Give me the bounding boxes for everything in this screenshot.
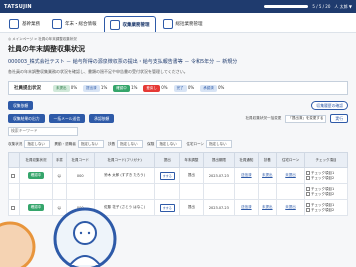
status-item: 承認済 0% bbox=[200, 84, 224, 92]
breadcrumb[interactable]: ◎ メインページ > 社員の年末調整収集状況 bbox=[8, 37, 348, 42]
user-menu[interactable]: 人 太郎 ▼ bbox=[334, 4, 352, 10]
filter-dependent: 扶養 指定しない bbox=[108, 140, 144, 148]
submit-button[interactable]: すする bbox=[159, 171, 175, 180]
export-button[interactable]: 収集結果の出力 bbox=[8, 114, 45, 123]
user-icon: ☺ bbox=[57, 205, 62, 210]
employee-table: 社員収集状況 手書 社員コード 社員コード(フリガナ) 提出 年末調整 提出期限… bbox=[8, 152, 348, 216]
search-input[interactable]: 検索キーワード bbox=[8, 127, 78, 136]
submit-button[interactable]: すする bbox=[159, 203, 175, 212]
bulk-status-label: 社員収集状況一括変更 bbox=[245, 116, 282, 120]
filter-transfer: 異動・退職者 指定しない bbox=[54, 140, 104, 148]
row-checkbox[interactable] bbox=[11, 205, 16, 210]
bulk-status-select[interactable]: 「提出済」を変更する bbox=[285, 114, 327, 123]
table-row[interactable]: チェック項目1 チェック項目2 bbox=[8, 183, 348, 200]
folder-icon bbox=[109, 19, 120, 30]
main-tabs: 基幹業務 年末・総合情報 収集業務管理 総括業務管理 bbox=[0, 13, 356, 33]
tab-summary[interactable]: 総括業務管理 bbox=[158, 16, 208, 32]
page-description: 各社員の年末調整収集業務の状況を確認し、書類の過不足や申告書の受付状況を管理して… bbox=[8, 69, 188, 74]
bulk-mail-button[interactable]: 一括メール送信 bbox=[48, 114, 86, 123]
collect-button[interactable]: 収集依頼 bbox=[8, 101, 34, 110]
status-summary: 社員提出状況 未提出 0% 提出済 1% 確認中 1% 差戻し 0% 完了 0%… bbox=[8, 81, 348, 95]
status-item: 確認中 1% bbox=[113, 84, 137, 92]
status-badge: 確認中 bbox=[27, 204, 45, 211]
status-item: 提出済 1% bbox=[83, 84, 107, 92]
status-item: 完了 0% bbox=[173, 84, 194, 92]
history-button[interactable]: 収集履歴の確認 bbox=[311, 101, 348, 110]
table-row[interactable]: 確認中 ☺ 000 佐藤 花子 (さとう はなこ) すする 提出 2023.07… bbox=[8, 199, 348, 216]
tab-yearend[interactable]: 年末・総合情報 bbox=[47, 16, 102, 32]
top-bar: TATSUJIN 5 / 5 / 20 人 太郎 ▼ bbox=[0, 0, 356, 13]
filter-status: 収集状況 指定しない bbox=[8, 140, 51, 148]
status-item: 未提出 0% bbox=[53, 84, 77, 92]
chart-icon bbox=[162, 19, 173, 29]
main-content: ◎ メインページ > 社員の年末調整収集状況 社員の年末調整収集状況 00000… bbox=[0, 33, 356, 267]
status-label: 社員提出状況 bbox=[14, 86, 41, 91]
tab-basic[interactable]: 基幹業務 bbox=[4, 16, 45, 32]
status-item: 差戻し 0% bbox=[143, 84, 168, 92]
form-icon bbox=[52, 19, 62, 29]
user-icon: ☺ bbox=[57, 173, 62, 178]
filter-loan: 住宅ローン 指定しない bbox=[186, 140, 233, 148]
document-icon bbox=[9, 19, 19, 29]
status-text: 5 / 5 / 20 bbox=[312, 4, 331, 9]
table-header: 社員収集状況 手書 社員コード 社員コード(フリガナ) 提出 年末調整 提出期限… bbox=[8, 152, 348, 168]
tab-collection[interactable]: 収集業務管理 bbox=[103, 16, 156, 32]
approve-button[interactable]: 承認依頼 bbox=[89, 114, 115, 123]
page-subtitle: 000003_株式会社テスト － 給与所得の源泉徴収票の提出・給与支払報告書等 … bbox=[8, 59, 238, 65]
go-button[interactable]: 実行 bbox=[330, 114, 348, 123]
page-title: 社員の年末調整収集状況 bbox=[8, 45, 85, 53]
app-logo: TATSUJIN bbox=[4, 3, 32, 10]
filter-insurance: 保険 指定しない bbox=[147, 140, 183, 148]
status-badge: 確認中 bbox=[27, 172, 45, 179]
row-checkbox[interactable] bbox=[11, 173, 16, 178]
table-row[interactable]: 確認中 ☺ 000 鈴木 太郎 (すずき たろう) すする 提出 2023.07… bbox=[8, 167, 348, 184]
progress-bar bbox=[264, 5, 309, 8]
